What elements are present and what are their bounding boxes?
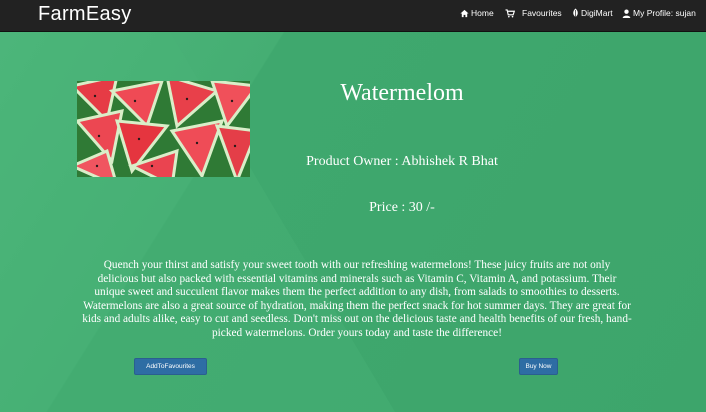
nav-profile[interactable]: My Profile: sujan [622,8,696,18]
nav-home[interactable]: Home [460,8,494,18]
navbar: FarmEasy Home Favourites DigiMart My Pro… [0,0,706,32]
nav-home-label: Home [471,8,494,18]
nav-digimart-label: DigiMart [581,8,613,18]
product-description: Quench your thirst and satisfy your swee… [82,259,632,339]
product-image [77,81,250,177]
nav-favourites[interactable]: Favourites [505,8,562,18]
home-icon [460,9,469,18]
leaf-icon [572,8,579,18]
product-title: Watermelom [340,80,464,106]
cart-icon [505,8,515,18]
nav-profile-label: My Profile: sujan [633,8,696,18]
product-detail: Watermelom Product Owner : Abhishek R Bh… [0,32,706,412]
nav-digimart[interactable]: DigiMart [572,8,613,18]
nav-favourites-label: Favourites [522,8,562,18]
user-icon [622,9,631,18]
brand-logo[interactable]: FarmEasy [38,3,132,26]
buy-now-button[interactable]: Buy Now [519,358,558,375]
product-price: Price : 30 /- [369,200,435,215]
add-to-favourites-button[interactable]: AddToFavourites [134,358,207,375]
product-owner: Product Owner : Abhishek R Bhat [306,154,498,169]
